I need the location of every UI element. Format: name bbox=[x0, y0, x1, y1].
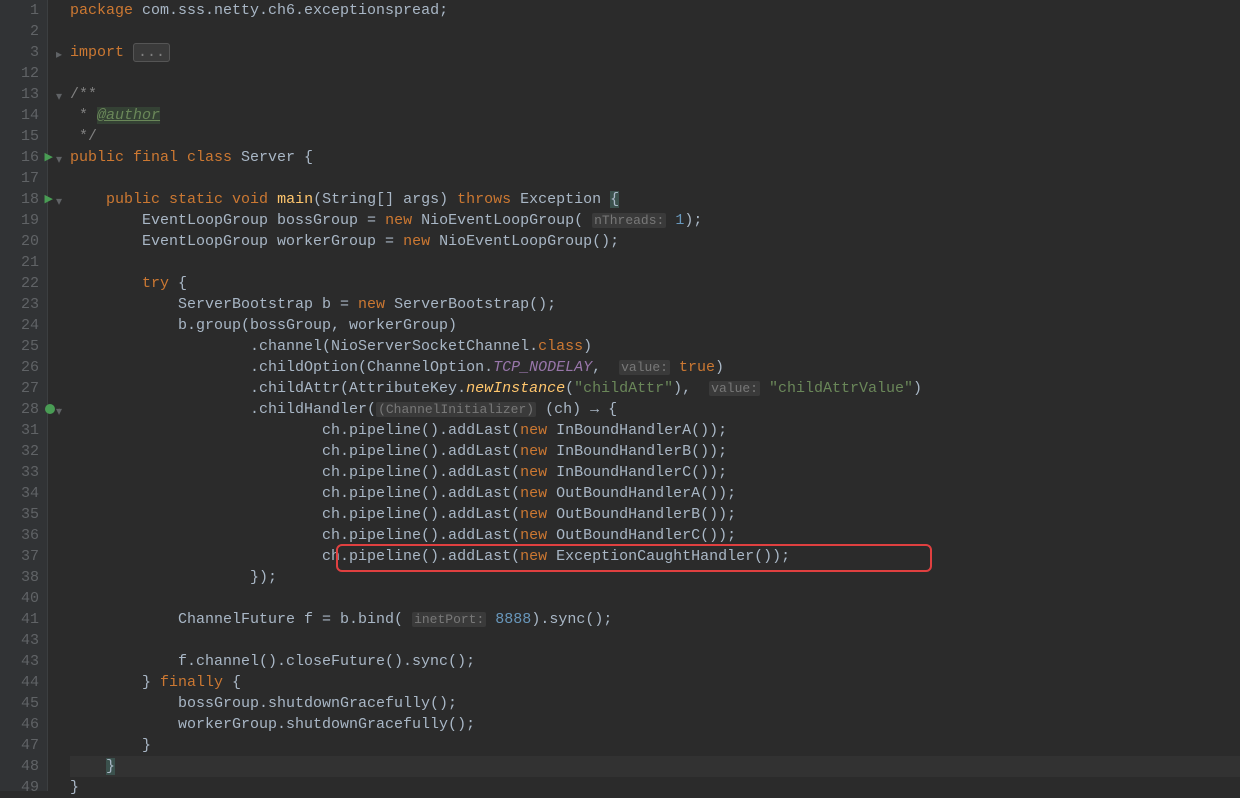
code-line[interactable]: ch.pipeline().addLast(new OutBoundHandle… bbox=[70, 504, 1240, 525]
fold-expand-icon[interactable]: ▸ bbox=[56, 45, 62, 66]
gutter-line[interactable]: 34 bbox=[4, 483, 39, 504]
code-line[interactable]: .channel(NioServerSocketChannel.class) bbox=[70, 336, 1240, 357]
code-line[interactable]: } bbox=[70, 777, 1240, 798]
gutter-line[interactable]: 17 bbox=[4, 168, 39, 189]
gutter-line[interactable]: 32 bbox=[4, 441, 39, 462]
gutter-line[interactable]: 43 bbox=[4, 630, 39, 651]
code-line[interactable]: .childOption(ChannelOption.TCP_NODELAY, … bbox=[70, 357, 1240, 378]
gutter-line[interactable]: 14 bbox=[4, 105, 39, 126]
gutter-line[interactable]: 36 bbox=[4, 525, 39, 546]
code-line[interactable]: ch.pipeline().addLast(new InBoundHandler… bbox=[70, 462, 1240, 483]
gutter-line[interactable]: 2 bbox=[4, 21, 39, 42]
gutter-line[interactable]: 20 bbox=[4, 231, 39, 252]
code-line[interactable]: } bbox=[70, 756, 1240, 777]
code-line[interactable] bbox=[70, 252, 1240, 273]
code-line[interactable] bbox=[70, 21, 1240, 42]
code-line[interactable]: ch.pipeline().addLast(new InBoundHandler… bbox=[70, 441, 1240, 462]
code-line[interactable]: bossGroup.shutdownGracefully(); bbox=[70, 693, 1240, 714]
gutter-line[interactable]: 26 bbox=[4, 357, 39, 378]
gutter-line[interactable]: 3 bbox=[4, 42, 39, 63]
code-line[interactable]: * @author bbox=[70, 105, 1240, 126]
gutter-line[interactable]: 21 bbox=[4, 252, 39, 273]
gutter-line[interactable]: 37 bbox=[4, 546, 39, 567]
gutter-line[interactable]: 40 bbox=[4, 588, 39, 609]
gutter-line[interactable]: 41 bbox=[4, 609, 39, 630]
gutter-line[interactable]: 38 bbox=[4, 567, 39, 588]
fold-collapse-icon[interactable]: ▾ bbox=[56, 87, 62, 108]
code-line[interactable]: try { bbox=[70, 273, 1240, 294]
gutter-line[interactable]: 22 bbox=[4, 273, 39, 294]
gutter-line[interactable]: 31 bbox=[4, 420, 39, 441]
code-editor[interactable]: 1231213141516▶1718▶19202122232425262728↑… bbox=[0, 0, 1240, 791]
code-line[interactable]: import ...▸ bbox=[70, 42, 1240, 63]
gutter-line[interactable]: 45 bbox=[4, 693, 39, 714]
code-area[interactable]: package com.sss.netty.ch6.exceptionsprea… bbox=[48, 0, 1240, 791]
code-line[interactable]: b.group(bossGroup, workerGroup) bbox=[70, 315, 1240, 336]
gutter-line[interactable]: 33 bbox=[4, 462, 39, 483]
code-line[interactable] bbox=[70, 168, 1240, 189]
code-line[interactable]: }); bbox=[70, 567, 1240, 588]
fold-collapse-icon[interactable]: ▾ bbox=[56, 192, 62, 213]
code-line[interactable]: ch.pipeline().addLast(new ExceptionCaugh… bbox=[70, 546, 1240, 567]
gutter: 1231213141516▶1718▶19202122232425262728↑… bbox=[0, 0, 48, 791]
gutter-line[interactable]: 16▶ bbox=[4, 147, 39, 168]
fold-collapse-icon[interactable]: ▾ bbox=[56, 150, 62, 171]
code-line[interactable]: */ bbox=[70, 126, 1240, 147]
gutter-line[interactable]: 35 bbox=[4, 504, 39, 525]
gutter-line[interactable]: 19 bbox=[4, 210, 39, 231]
code-line[interactable]: .childHandler((ChannelInitializer) (ch) … bbox=[70, 399, 1240, 420]
code-line[interactable]: EventLoopGroup bossGroup = new NioEventL… bbox=[70, 210, 1240, 231]
code-line[interactable]: EventLoopGroup workerGroup = new NioEven… bbox=[70, 231, 1240, 252]
code-line[interactable]: ServerBootstrap b = new ServerBootstrap(… bbox=[70, 294, 1240, 315]
gutter-line[interactable]: 15 bbox=[4, 126, 39, 147]
gutter-line[interactable]: 49 bbox=[4, 777, 39, 798]
code-line[interactable]: workerGroup.shutdownGracefully(); bbox=[70, 714, 1240, 735]
gutter-line[interactable]: 25 bbox=[4, 336, 39, 357]
code-line[interactable]: ch.pipeline().addLast(new OutBoundHandle… bbox=[70, 525, 1240, 546]
code-line[interactable]: } finally { bbox=[70, 672, 1240, 693]
gutter-line[interactable]: 13 bbox=[4, 84, 39, 105]
code-line[interactable]: public final class Server {▾ bbox=[70, 147, 1240, 168]
gutter-line[interactable]: 12 bbox=[4, 63, 39, 84]
gutter-line[interactable]: 43 bbox=[4, 651, 39, 672]
gutter-line[interactable]: 23 bbox=[4, 294, 39, 315]
gutter-line[interactable]: 24 bbox=[4, 315, 39, 336]
code-line[interactable]: public static void main(String[] args) t… bbox=[70, 189, 1240, 210]
gutter-line[interactable]: 28↑ bbox=[4, 399, 39, 420]
code-line[interactable]: ChannelFuture f = b.bind( inetPort: 8888… bbox=[70, 609, 1240, 630]
code-line[interactable]: ch.pipeline().addLast(new OutBoundHandle… bbox=[70, 483, 1240, 504]
gutter-line[interactable]: 44 bbox=[4, 672, 39, 693]
code-line[interactable]: package com.sss.netty.ch6.exceptionsprea… bbox=[70, 0, 1240, 21]
gutter-line[interactable]: 18▶ bbox=[4, 189, 39, 210]
code-line[interactable] bbox=[70, 588, 1240, 609]
gutter-line[interactable]: 1 bbox=[4, 0, 39, 21]
code-line[interactable] bbox=[70, 63, 1240, 84]
code-line[interactable] bbox=[70, 630, 1240, 651]
gutter-line[interactable]: 46 bbox=[4, 714, 39, 735]
gutter-line[interactable]: 47 bbox=[4, 735, 39, 756]
gutter-line[interactable]: 48 bbox=[4, 756, 39, 777]
code-line[interactable]: } bbox=[70, 735, 1240, 756]
code-line[interactable]: /**▾ bbox=[70, 84, 1240, 105]
code-line[interactable]: f.channel().closeFuture().sync(); bbox=[70, 651, 1240, 672]
code-line[interactable]: ch.pipeline().addLast(new InBoundHandler… bbox=[70, 420, 1240, 441]
code-line[interactable]: .childAttr(AttributeKey.newInstance("chi… bbox=[70, 378, 1240, 399]
gutter-line[interactable]: 27 bbox=[4, 378, 39, 399]
fold-collapse-icon[interactable]: ▾ bbox=[56, 402, 62, 423]
